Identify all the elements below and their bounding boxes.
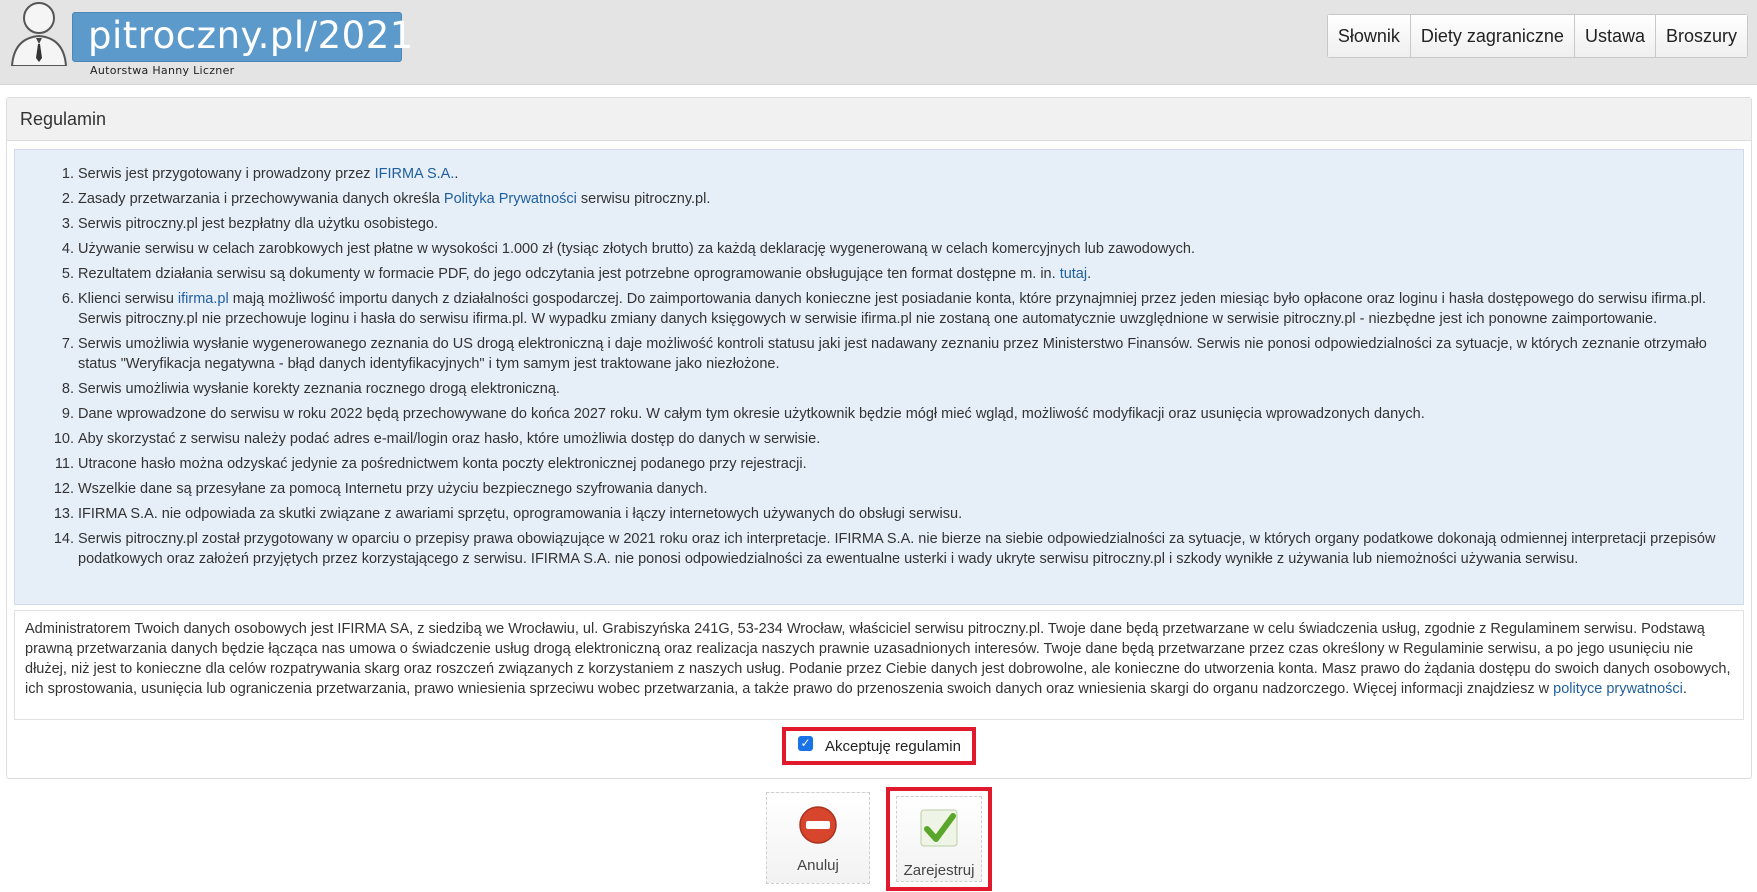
rule-text-end: mają możliwość importu danych z działaln… xyxy=(78,291,1707,327)
privacy-text-end: . xyxy=(1682,681,1687,697)
rule-item: Serwis pitroczny.pl został przygotowany … xyxy=(78,529,1725,569)
rule-text-end: . xyxy=(1087,266,1092,282)
nav-slownik[interactable]: Słownik xyxy=(1327,15,1410,57)
rule-item: Serwis pitroczny.pl jest bezpłatny dla u… xyxy=(78,214,1725,234)
logo-text: pitroczny.pl/2021 xyxy=(88,14,414,57)
rule-item: Dane wprowadzone do serwisu w roku 2022 … xyxy=(78,404,1725,424)
rule-text: Używanie serwisu w celach zarobkowych je… xyxy=(78,241,1195,257)
rule-item: Rezultatem działania serwisu są dokument… xyxy=(78,264,1725,284)
rule-text: Dane wprowadzone do serwisu w roku 2022 … xyxy=(78,406,1425,422)
rule-item: Zasady przetwarzania i przechowywania da… xyxy=(78,189,1725,209)
rule-text: Serwis pitroczny.pl został przygotowany … xyxy=(78,531,1716,567)
register-label: Zarejestruj xyxy=(903,862,975,879)
rule-text-end: serwisu pitroczny.pl. xyxy=(576,191,711,207)
panel-title: Regulamin xyxy=(7,98,1751,141)
rule-text: Serwis pitroczny.pl jest bezpłatny dla u… xyxy=(78,216,438,232)
rule-link[interactable]: Polityka Prywatności xyxy=(444,191,577,207)
rules-list: Serwis jest przygotowany i prowadzony pr… xyxy=(15,150,1743,569)
checkmark-icon xyxy=(920,809,958,847)
rule-item: Wszelkie dane są przesyłane za pomocą In… xyxy=(78,479,1725,499)
rules-box: Serwis jest przygotowany i prowadzony pr… xyxy=(14,149,1744,605)
rule-text: Rezultatem działania serwisu są dokument… xyxy=(78,266,1060,282)
header: pitroczny.pl/2021 Autorstwa Hanny Liczne… xyxy=(0,0,1757,85)
rule-item: Aby skorzystać z serwisu należy podać ad… xyxy=(78,429,1725,449)
rule-item: Klienci serwisu ifirma.pl mają możliwość… xyxy=(78,289,1725,329)
rule-item: Serwis umożliwia wysłanie korekty zeznan… xyxy=(78,379,1725,399)
nav-ustawa[interactable]: Ustawa xyxy=(1573,15,1655,57)
accept-terms[interactable]: ✓ Akceptuję regulamin xyxy=(782,727,976,765)
rule-text: Utracone hasło można odzyskać jedynie za… xyxy=(78,456,807,472)
top-nav: Słownik Diety zagraniczne Ustawa Broszur… xyxy=(1326,14,1748,58)
rule-item: Używanie serwisu w celach zarobkowych je… xyxy=(78,239,1725,259)
privacy-notice: Administratorem Twoich danych osobowych … xyxy=(14,610,1744,720)
nav-broszury[interactable]: Broszury xyxy=(1654,15,1747,57)
no-entry-icon xyxy=(799,806,837,844)
rule-text: Serwis umożliwia wysłanie korekty zeznan… xyxy=(78,381,560,397)
rule-text-end: . xyxy=(454,166,459,182)
rule-text: Serwis jest przygotowany i prowadzony pr… xyxy=(78,166,375,182)
privacy-policy-link[interactable]: polityce prywatności xyxy=(1553,681,1683,697)
user-avatar-icon xyxy=(10,2,68,66)
terms-panel: Regulamin Serwis jest przygotowany i pro… xyxy=(6,97,1752,779)
rule-text: Zasady przetwarzania i przechowywania da… xyxy=(78,191,444,207)
nav-diety-zagraniczne[interactable]: Diety zagraniczne xyxy=(1409,15,1574,57)
rule-text: IFIRMA S.A. nie odpowiada za skutki zwią… xyxy=(78,506,963,522)
rule-item: IFIRMA S.A. nie odpowiada za skutki zwią… xyxy=(78,504,1725,524)
rule-link[interactable]: ifirma.pl xyxy=(178,291,229,307)
logo[interactable]: pitroczny.pl/2021 Autorstwa Hanny Liczne… xyxy=(8,0,413,80)
rule-text: Aby skorzystać z serwisu należy podać ad… xyxy=(78,431,821,447)
accept-checkbox[interactable]: ✓ xyxy=(798,735,813,751)
cancel-button[interactable]: Anuluj xyxy=(766,792,870,884)
accept-label: Akceptuję regulamin xyxy=(825,737,961,755)
rule-item: Serwis jest przygotowany i prowadzony pr… xyxy=(78,164,1725,184)
logo-subtitle: Autorstwa Hanny Liczner xyxy=(90,64,235,77)
register-button[interactable]: Zarejestruj xyxy=(886,787,992,891)
privacy-text: Administratorem Twoich danych osobowych … xyxy=(25,621,1731,697)
rule-link[interactable]: tutaj xyxy=(1060,266,1087,282)
rule-item: Utracone hasło można odzyskać jedynie za… xyxy=(78,454,1725,474)
rule-item: Serwis umożliwia wysłanie wygenerowanego… xyxy=(78,334,1725,374)
rule-link[interactable]: IFIRMA S.A. xyxy=(375,166,455,182)
rule-text: Serwis umożliwia wysłanie wygenerowanego… xyxy=(78,336,1707,372)
rule-text: Klienci serwisu xyxy=(78,291,178,307)
rule-text: Wszelkie dane są przesyłane za pomocą In… xyxy=(78,481,708,497)
cancel-label: Anuluj xyxy=(797,857,839,874)
